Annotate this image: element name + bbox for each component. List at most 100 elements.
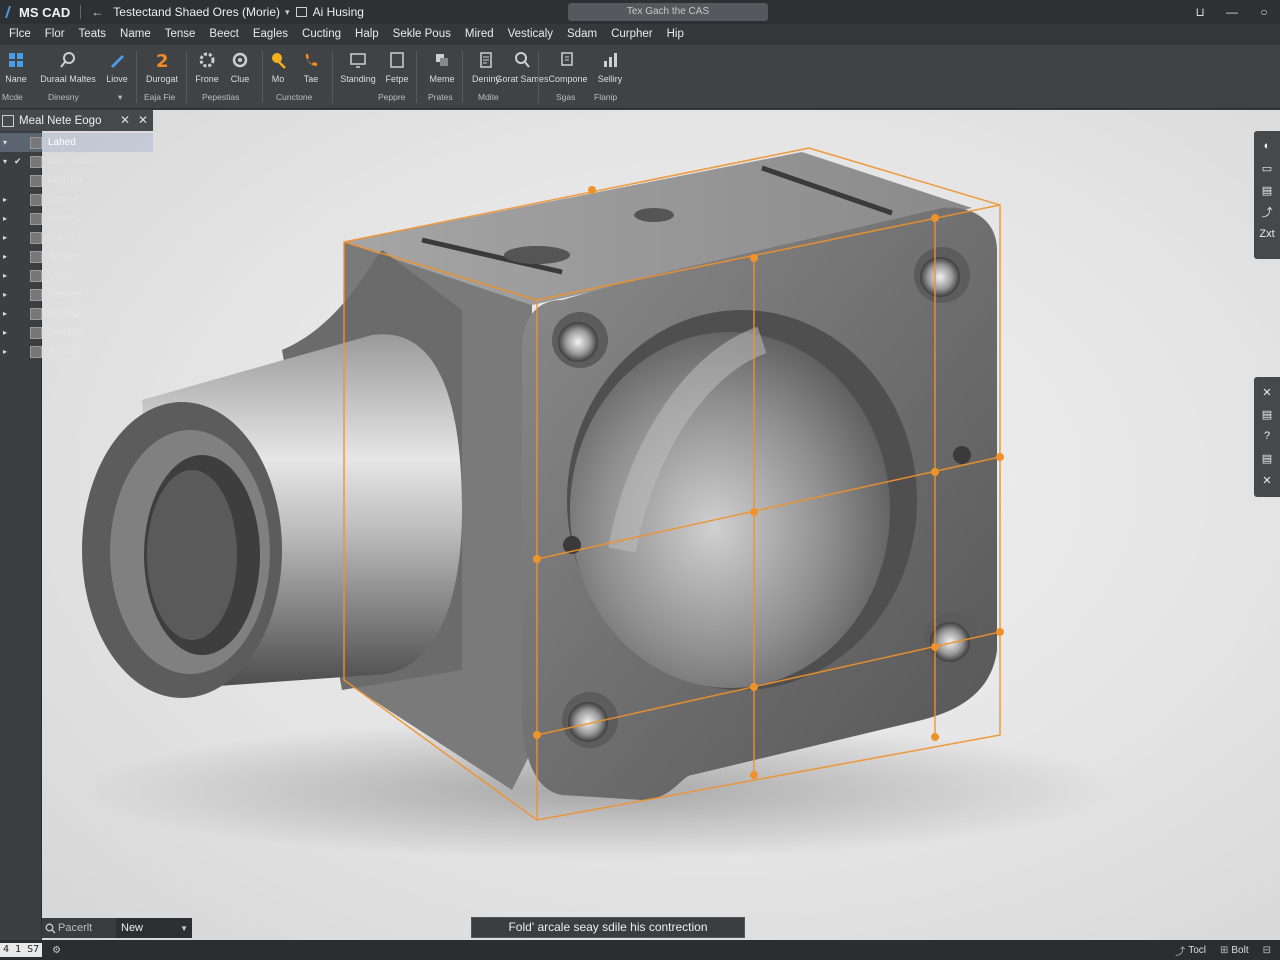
zoom-extents-button[interactable]: Zxt bbox=[1256, 223, 1278, 245]
ribbon-button[interactable]: Frone bbox=[194, 49, 220, 89]
ribbon-group-label: Cunctone bbox=[276, 92, 313, 102]
expand-toggle-icon[interactable]: ▸ bbox=[3, 233, 11, 242]
menu-item[interactable]: Beect bbox=[202, 24, 245, 45]
minimize-button[interactable]: — bbox=[1216, 0, 1248, 24]
help-icon[interactable]: ? bbox=[1256, 425, 1278, 447]
menu-item[interactable]: Vesticaly bbox=[501, 24, 560, 45]
tree-item[interactable]: ▸ Segary bbox=[0, 247, 155, 266]
expand-toggle-icon[interactable]: ▸ bbox=[3, 271, 11, 280]
cog-icon bbox=[229, 49, 251, 71]
ribbon-button[interactable]: 2 Durogat bbox=[144, 49, 180, 89]
workspace-title: Ai Husing bbox=[312, 5, 364, 19]
tree-item[interactable]: ▸ Acrtio5 bbox=[0, 342, 155, 361]
expand-toggle-icon[interactable]: ▸ bbox=[3, 309, 11, 318]
ribbon-group-label[interactable]: ▾ bbox=[118, 92, 122, 103]
expand-toggle-icon[interactable]: ▸ bbox=[3, 328, 11, 337]
tree-item[interactable]: Masnes bbox=[0, 171, 155, 190]
expand-toggle-icon[interactable]: ▾ bbox=[3, 157, 11, 166]
tree-item-label: Segary bbox=[48, 251, 80, 262]
ribbon-button[interactable]: Gorat Sames bbox=[495, 49, 549, 89]
menu-item[interactable]: Flor bbox=[38, 24, 72, 45]
search-label[interactable]: Pacerlt bbox=[58, 922, 116, 934]
feature-icon bbox=[30, 155, 42, 168]
ribbon-button-label: Fetpe bbox=[385, 74, 409, 84]
ribbon-button[interactable]: Clue bbox=[228, 49, 252, 89]
search-icon bbox=[57, 49, 79, 71]
status-bolt[interactable]: ⊞ Bolt bbox=[1220, 945, 1249, 956]
status-layout[interactable]: ⊟ bbox=[1263, 945, 1274, 956]
menu-item[interactable]: Cucting bbox=[295, 24, 348, 45]
ribbon-button[interactable]: Compone bbox=[548, 49, 588, 89]
ribbon-group-label: Pepestias bbox=[202, 92, 240, 102]
ribbon-button[interactable]: Duraal Maltes bbox=[38, 49, 98, 89]
tree-item-label: Bessen bbox=[48, 289, 82, 300]
close-button[interactable]: ○ bbox=[1248, 0, 1280, 24]
menu-item[interactable]: Sdam bbox=[560, 24, 604, 45]
menu-item[interactable]: Tense bbox=[158, 24, 203, 45]
tree-item[interactable]: ▾ ✔ Sine Srines bbox=[0, 152, 155, 171]
expand-toggle-icon[interactable]: ▸ bbox=[3, 214, 11, 223]
tree-item[interactable]: ▸ Lamne7 bbox=[0, 190, 155, 209]
menu-item[interactable]: Flce bbox=[2, 24, 38, 45]
tree-item[interactable]: ▸ Bessen bbox=[0, 285, 155, 304]
ribbon-button[interactable]: Tae bbox=[300, 49, 322, 89]
workspace-icon bbox=[295, 7, 307, 17]
menu-item[interactable]: Halp bbox=[348, 24, 386, 45]
layout-icon: ⊟ bbox=[1262, 944, 1271, 956]
mode-select[interactable]: New ▼ bbox=[116, 918, 192, 938]
back-button[interactable]: ← bbox=[91, 5, 103, 19]
ribbon-button[interactable]: Nane bbox=[2, 49, 30, 89]
tree-item-label: Seriens bbox=[48, 327, 82, 338]
3d-viewport[interactable] bbox=[42, 110, 1280, 940]
document-title[interactable]: Testectand Shaed Ores (Morie) bbox=[113, 5, 280, 19]
ribbon-button[interactable]: Mo bbox=[268, 49, 288, 89]
list-icon[interactable]: ▤ bbox=[1256, 403, 1278, 425]
ribbon-button[interactable]: Standing bbox=[340, 49, 376, 89]
tree-item[interactable]: ▸ Marto 7 bbox=[0, 228, 155, 247]
status-tool[interactable]: ⤴ Tocl bbox=[1175, 943, 1206, 958]
menu-item[interactable]: Name bbox=[113, 24, 158, 45]
menu-item[interactable]: Teats bbox=[72, 24, 114, 45]
menu-item[interactable]: Eagles bbox=[246, 24, 295, 45]
expand-toggle-icon[interactable]: ▸ bbox=[3, 252, 11, 261]
menu-item[interactable]: Mired bbox=[458, 24, 501, 45]
feature-icon bbox=[30, 136, 42, 149]
restore-button[interactable]: ⊔ bbox=[1184, 0, 1216, 24]
close-panel-icon[interactable]: ✕ bbox=[120, 113, 130, 127]
menu-item[interactable]: Sekle Pous bbox=[386, 24, 458, 45]
ribbon-button[interactable]: Selliry bbox=[592, 49, 628, 89]
tree-item[interactable]: ▸ Sactet1 bbox=[0, 209, 155, 228]
layers-icon[interactable]: ▤ bbox=[1256, 447, 1278, 469]
document-dropdown-icon[interactable]: ▾ bbox=[285, 7, 290, 18]
list-view-icon[interactable]: ▤ bbox=[1256, 179, 1278, 201]
close-panel-icon[interactable]: ✕ bbox=[138, 113, 148, 127]
panel-view-icon[interactable]: ▭ bbox=[1256, 157, 1278, 179]
monitor-icon bbox=[347, 49, 369, 71]
ribbon-button-label: Selliry bbox=[597, 74, 623, 84]
close-icon[interactable]: ✕ bbox=[1256, 381, 1278, 403]
settings-icon[interactable]: ⚙ bbox=[52, 945, 61, 956]
tree-item[interactable]: ▾ Lahed bbox=[0, 133, 153, 152]
housing-model[interactable] bbox=[42, 110, 1280, 940]
view-cube-icon[interactable]: ◐ bbox=[1256, 135, 1278, 157]
visibility-check-icon[interactable]: ✔ bbox=[14, 156, 22, 167]
expand-toggle-icon[interactable]: ▸ bbox=[3, 195, 11, 204]
cancel-icon[interactable]: ✕ bbox=[1256, 469, 1278, 491]
bulb-icon bbox=[267, 49, 289, 71]
expand-toggle-icon[interactable]: ▸ bbox=[3, 347, 11, 356]
ribbon-button[interactable]: Liove bbox=[102, 49, 132, 89]
tree-item[interactable]: ▸ Caron bbox=[0, 266, 155, 285]
tree-item[interactable]: ▸ Seriens bbox=[0, 323, 155, 342]
export-icon[interactable]: ⤴ bbox=[1256, 201, 1278, 223]
expand-toggle-icon[interactable]: ▸ bbox=[3, 290, 11, 299]
menu-item[interactable]: Hip bbox=[660, 24, 691, 45]
tree-item-label: Masnes bbox=[48, 175, 84, 186]
ribbon-button[interactable]: Fetpe bbox=[383, 49, 411, 89]
tree-item[interactable]: ▸ Fnalage bbox=[0, 304, 155, 323]
ribbon-button[interactable]: Meme bbox=[426, 49, 458, 89]
ribbon-button-label: Gorat Sames bbox=[495, 74, 549, 84]
title-search-input[interactable]: Tex Gach the CAS bbox=[568, 3, 768, 21]
menu-item[interactable]: Curpher bbox=[604, 24, 660, 45]
expand-toggle-icon[interactable]: ▾ bbox=[3, 138, 11, 147]
search-icon bbox=[42, 923, 58, 934]
